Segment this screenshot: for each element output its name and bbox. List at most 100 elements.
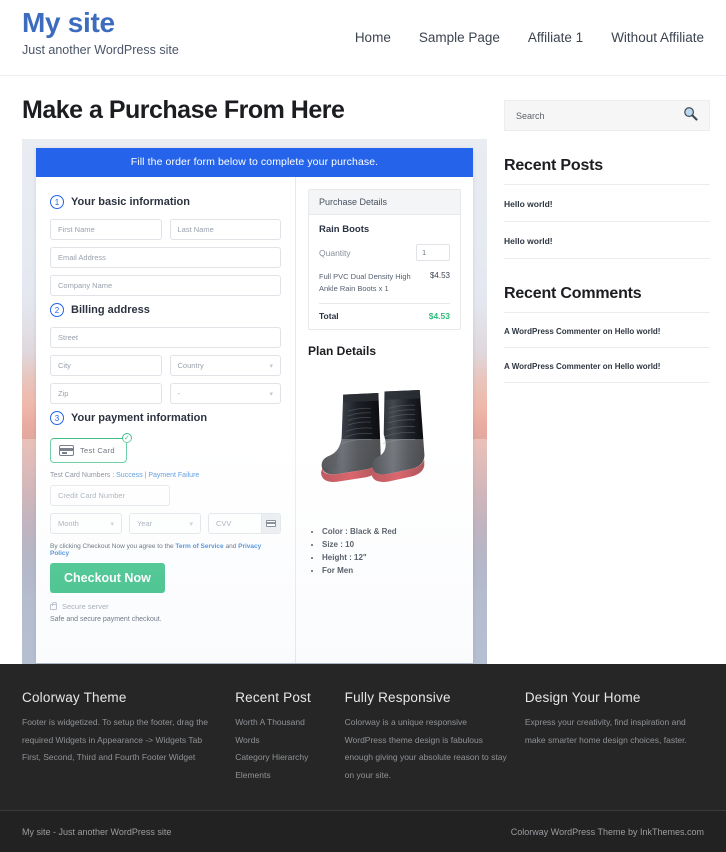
nav-item-without-affiliate[interactable]: Without Affiliate: [611, 30, 704, 45]
terms-prefix: By clicking Checkout Now you agree to th…: [50, 543, 175, 550]
chevron-down-icon: ▾: [189, 520, 193, 528]
footer-column-design-your-home: Design Your Home Express your creativity…: [525, 690, 704, 784]
first-name-input[interactable]: First Name: [50, 219, 162, 240]
street-field-row: Street: [50, 327, 281, 348]
email-input[interactable]: Email Address: [50, 247, 281, 268]
footer-column-text: Footer is widgetized. To setup the foote…: [22, 714, 217, 766]
secure-server-row: Secure server: [50, 602, 281, 611]
total-label: Total: [319, 311, 339, 321]
recent-posts-list: Hello world! Hello world!: [504, 185, 710, 259]
city-input[interactable]: City: [50, 355, 162, 376]
recent-comments-title: Recent Comments: [504, 285, 710, 313]
footer-column-colorway-theme: Colorway Theme Footer is widgetized. To …: [22, 690, 235, 784]
expiry-year-select[interactable]: Year ▾: [129, 513, 201, 534]
checkout-backdrop-image: Fill the order form below to complete yo…: [22, 139, 487, 684]
list-item: Hello world!: [504, 185, 710, 222]
step-3-label: Your payment information: [71, 412, 207, 424]
zip-input[interactable]: Zip: [50, 383, 162, 404]
footer-column-title: Design Your Home: [525, 690, 704, 705]
line-item-row: Full PVC Dual Density High Ankle Rain Bo…: [319, 271, 450, 294]
site-title[interactable]: My site: [22, 8, 179, 39]
order-form-banner: Fill the order form below to complete yo…: [36, 148, 473, 177]
purchase-details-box: Purchase Details Rain Boots Quantity 1 F…: [308, 189, 461, 330]
step-2-number: 2: [50, 303, 64, 317]
last-name-input[interactable]: Last Name: [170, 219, 282, 240]
footer-column-title: Recent Post: [235, 690, 326, 705]
chevron-down-icon: ▾: [269, 390, 273, 398]
plan-details-heading: Plan Details: [308, 344, 461, 358]
recent-comment-link[interactable]: A WordPress Commenter on Hello world!: [504, 362, 660, 371]
expiry-cvv-row: Month ▾ Year ▾ CVV: [50, 513, 281, 534]
product-name: Rain Boots: [319, 224, 450, 235]
credit-card-icon: [59, 445, 74, 456]
search-icon[interactable]: [683, 106, 698, 126]
footer-bottom-bar: My site - Just another WordPress site Co…: [0, 810, 726, 852]
check-circle-icon: ✓: [122, 433, 132, 443]
site-tagline: Just another WordPress site: [22, 43, 179, 57]
purchase-details-body: Rain Boots Quantity 1 Full PVC Dual Dens…: [309, 215, 460, 329]
search-input[interactable]: Search: [516, 111, 545, 121]
step-1-label: Your basic information: [71, 196, 190, 208]
cvv-card-icon: [261, 514, 280, 533]
expiry-month-value: Month: [58, 519, 79, 528]
footer-recent-post-list: Worth A Thousand Words Category Hierarch…: [235, 714, 326, 784]
state-select[interactable]: - ▾: [170, 383, 282, 404]
sidebar: Search Recent Posts Hello world! Hello w…: [492, 76, 726, 684]
expiry-month-select[interactable]: Month ▾: [50, 513, 122, 534]
step-3-header: 3 Your payment information: [50, 411, 281, 425]
state-select-value: -: [178, 389, 181, 398]
nav-item-home[interactable]: Home: [355, 30, 391, 45]
test-card-label: Test Card: [80, 446, 115, 455]
list-item: A WordPress Commenter on Hello world!: [504, 348, 710, 383]
lock-icon: [50, 604, 57, 610]
footer-column-recent-post: Recent Post Worth A Thousand Words Categ…: [235, 690, 344, 784]
credit-card-number-input[interactable]: Credit Card Number: [50, 485, 170, 506]
site-footer: Colorway Theme Footer is widgetized. To …: [0, 664, 726, 852]
total-row: Total $4.53: [319, 311, 450, 321]
test-card-failure-link[interactable]: Payment Failure: [148, 472, 199, 479]
test-card-success-link[interactable]: Success: [116, 472, 142, 479]
site-header: My site Just another WordPress site Home…: [0, 0, 726, 76]
list-item: For Men: [322, 565, 461, 578]
quantity-row: Quantity 1: [319, 244, 450, 261]
list-item: Height : 12": [322, 552, 461, 565]
secure-server-label: Secure server: [62, 602, 109, 611]
page-title: Make a Purchase From Here: [22, 96, 492, 125]
nav-item-affiliate-1[interactable]: Affiliate 1: [528, 30, 583, 45]
recent-post-link[interactable]: Hello world!: [504, 236, 553, 246]
footer-column-text: Colorway is a unique responsive WordPres…: [345, 714, 507, 784]
terms-of-service-link[interactable]: Term of Service: [175, 543, 223, 550]
footer-theme-credit[interactable]: Colorway WordPress Theme by InkThemes.co…: [511, 827, 704, 837]
site-branding[interactable]: My site Just another WordPress site: [22, 0, 179, 57]
main-column: Make a Purchase From Here Fill the order…: [0, 76, 492, 684]
country-select[interactable]: Country ▾: [170, 355, 282, 376]
step-2-label: Billing address: [71, 304, 150, 316]
main-navigation: Home Sample Page Affiliate 1 Without Aff…: [355, 0, 704, 45]
country-select-value: Country: [178, 361, 204, 370]
recent-posts-title: Recent Posts: [504, 157, 710, 185]
zip-state-row: Zip - ▾: [50, 383, 281, 404]
step-2-header: 2 Billing address: [50, 303, 281, 317]
test-card-option[interactable]: Test Card: [50, 438, 127, 463]
checkout-now-button[interactable]: Checkout Now: [50, 563, 165, 593]
cvv-input[interactable]: CVV: [208, 513, 281, 534]
list-item[interactable]: Worth A Thousand Words: [235, 714, 326, 749]
test-card-prefix: Test Card Numbers :: [50, 472, 116, 479]
list-item[interactable]: Elements: [235, 767, 326, 784]
street-input[interactable]: Street: [50, 327, 281, 348]
company-name-input[interactable]: Company Name: [50, 275, 281, 296]
nav-item-sample-page[interactable]: Sample Page: [419, 30, 500, 45]
step-1-number: 1: [50, 195, 64, 209]
list-item: Size : 10: [322, 539, 461, 552]
recent-post-link[interactable]: Hello world!: [504, 199, 553, 209]
list-item[interactable]: Category Hierarchy: [235, 749, 326, 766]
footer-column-title: Colorway Theme: [22, 690, 217, 705]
list-item: A WordPress Commenter on Hello world!: [504, 313, 710, 348]
purchase-details-pane: Purchase Details Rain Boots Quantity 1 F…: [295, 177, 473, 663]
safe-checkout-note: Safe and secure payment checkout.: [50, 616, 281, 623]
line-item-description: Full PVC Dual Density High Ankle Rain Bo…: [319, 271, 422, 294]
recent-comment-link[interactable]: A WordPress Commenter on Hello world!: [504, 327, 660, 336]
step-1-header: 1 Your basic information: [50, 195, 281, 209]
quantity-input[interactable]: 1: [416, 244, 450, 261]
search-widget[interactable]: Search: [504, 100, 710, 131]
